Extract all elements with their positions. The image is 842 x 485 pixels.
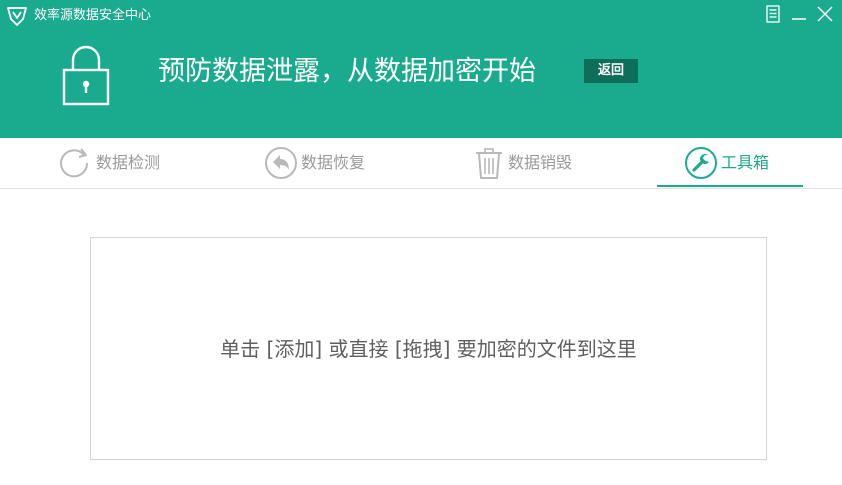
refresh-icon <box>60 148 89 178</box>
tab-label: 数据检测 <box>96 153 161 172</box>
close-icon[interactable] <box>815 4 835 24</box>
title-bar: 效率源数据安全中心 <box>0 0 842 32</box>
header-banner: 效率源数据安全中心 预防数据泄露，从数据加密开始 返回 <box>0 0 842 138</box>
back-button[interactable]: 返回 <box>584 59 638 83</box>
tab-label: 数据恢复 <box>301 153 366 172</box>
tab-label: 数据销毁 <box>508 153 573 172</box>
lock-icon <box>62 45 110 106</box>
app-logo-icon <box>7 7 27 26</box>
tab-bar: 数据检测 数据恢复 数据销毁 工具箱 <box>0 138 842 189</box>
active-tab-indicator <box>657 185 803 187</box>
app-title: 效率源数据安全中心 <box>34 8 152 23</box>
tab-label: 工具箱 <box>721 153 770 172</box>
trash-icon <box>476 148 502 179</box>
tab-toolbox[interactable]: 工具箱 <box>682 138 802 188</box>
headline: 预防数据泄露，从数据加密开始 <box>158 56 536 87</box>
tab-data-detection[interactable]: 数据检测 <box>55 138 185 188</box>
menu-icon[interactable] <box>763 4 783 24</box>
tab-data-destruction[interactable]: 数据销毁 <box>472 138 602 188</box>
undo-icon <box>265 147 297 179</box>
wrench-icon <box>685 147 717 179</box>
drop-zone-text: 单击 [添加] 或直接 [拖拽] 要加密的文件到这里 <box>220 337 637 361</box>
minimize-icon[interactable] <box>789 4 809 24</box>
tab-data-recovery[interactable]: 数据恢复 <box>262 138 392 188</box>
file-drop-zone[interactable]: 单击 [添加] 或直接 [拖拽] 要加密的文件到这里 <box>90 237 767 460</box>
